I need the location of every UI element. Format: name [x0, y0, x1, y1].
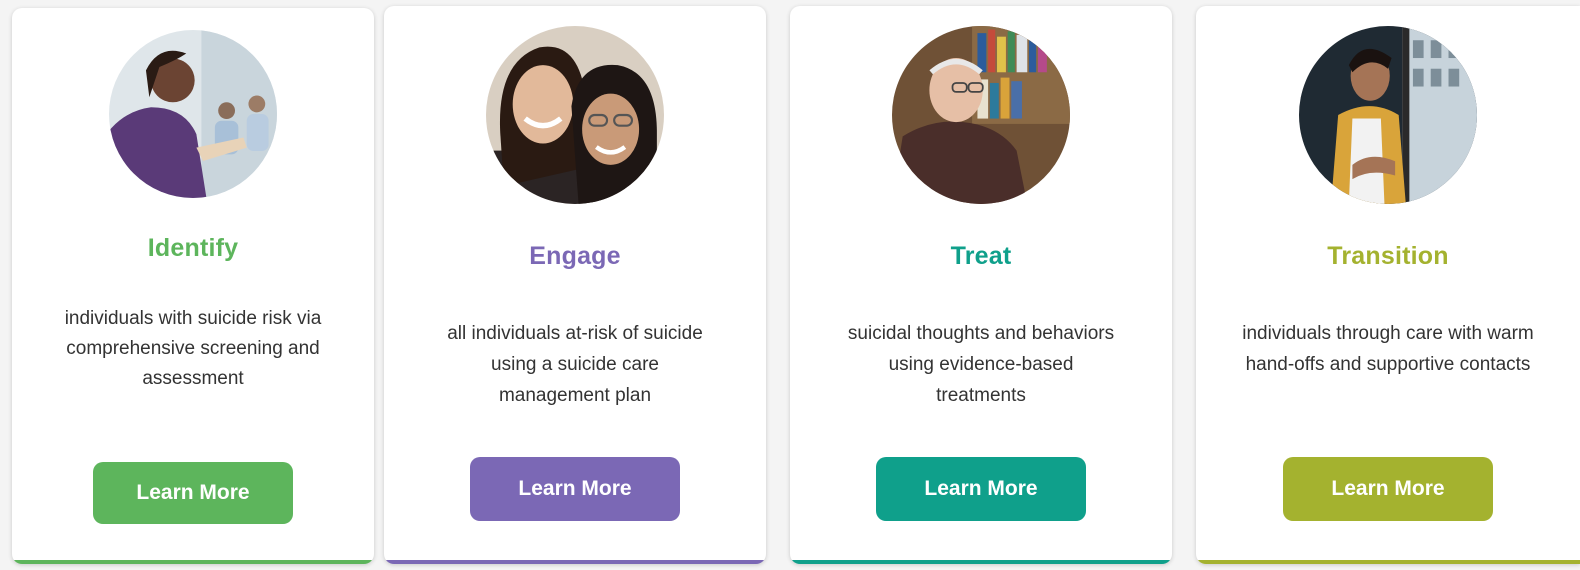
- card-treat: Treat suicidal thoughts and behaviors us…: [790, 6, 1172, 564]
- card-transition: Transition individuals through care with…: [1196, 6, 1580, 564]
- photo-young-man-window: [1299, 26, 1477, 204]
- card-engage: Engage all individuals at-risk of suicid…: [384, 6, 766, 564]
- card-accent-bar: [790, 560, 1172, 564]
- learn-more-button[interactable]: Learn More: [876, 457, 1086, 521]
- learn-more-button[interactable]: Learn More: [1283, 457, 1493, 521]
- photo-older-man-bookshelf: [892, 26, 1070, 204]
- card-description: all individuals at-risk of suicide using…: [447, 323, 703, 406]
- learn-more-button[interactable]: Learn More: [470, 457, 680, 521]
- photo-two-women-smiling: [486, 26, 664, 204]
- card-accent-bar: [12, 560, 374, 564]
- card-title: Treat: [950, 242, 1012, 270]
- card-title: Transition: [1327, 242, 1449, 270]
- card-title: Engage: [529, 242, 621, 270]
- card-identify: Identify individuals with suicide risk v…: [12, 8, 374, 564]
- care-steps-section: Identify individuals with suicide risk v…: [0, 0, 1580, 570]
- card-title: Identify: [147, 234, 239, 262]
- photo-nurse-with-patients: [109, 30, 277, 198]
- card-description: individuals with suicide risk via compre…: [64, 308, 322, 389]
- card-accent-bar: [1196, 560, 1580, 564]
- learn-more-button[interactable]: Learn More: [93, 462, 293, 524]
- card-description: individuals through care with warm hand-…: [1242, 323, 1534, 375]
- card-accent-bar: [384, 560, 766, 564]
- card-description: suicidal thoughts and behaviors using ev…: [847, 323, 1115, 406]
